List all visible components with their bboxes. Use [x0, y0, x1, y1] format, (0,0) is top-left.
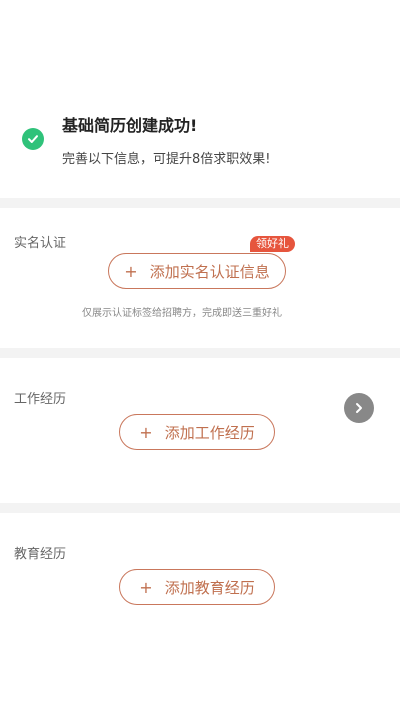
education-label: 教育经历 — [14, 547, 67, 562]
success-banner: 基础简历创建成功! 完善以下信息，可提升8倍求职效果! — [0, 100, 400, 198]
work-section: 工作经历 + 添加工作经历 — [0, 358, 400, 503]
section-divider — [0, 198, 400, 208]
plus-icon: + — [139, 577, 153, 597]
add-work-button[interactable]: + 添加工作经历 — [119, 414, 275, 450]
realname-label: 实名认证 — [14, 236, 67, 251]
plus-icon: + — [139, 422, 153, 442]
success-title: 基础简历创建成功! — [62, 116, 198, 135]
add-work-label: 添加工作经历 — [164, 423, 255, 442]
check-circle-icon — [22, 128, 44, 150]
realname-section: 实名认证 + 添加实名认证信息 领好礼 仅展示认证标签给招聘方，完成即送三重好礼 — [0, 208, 400, 348]
realname-hint: 仅展示认证标签给招聘方，完成即送三重好礼 — [82, 308, 282, 319]
section-divider — [0, 503, 400, 513]
add-realname-button[interactable]: + 添加实名认证信息 — [108, 253, 286, 289]
plus-icon: + — [124, 261, 138, 281]
add-realname-label: 添加实名认证信息 — [149, 262, 270, 281]
status-area — [0, 0, 400, 100]
gift-badge: 领好礼 — [250, 236, 295, 252]
success-subtitle: 完善以下信息，可提升8倍求职效果! — [62, 152, 271, 167]
education-section: 教育经历 + 添加教育经历 — [0, 513, 400, 713]
section-divider — [0, 348, 400, 358]
work-label: 工作经历 — [14, 392, 67, 407]
add-education-label: 添加教育经历 — [164, 578, 255, 597]
chevron-right-icon[interactable] — [344, 393, 374, 423]
